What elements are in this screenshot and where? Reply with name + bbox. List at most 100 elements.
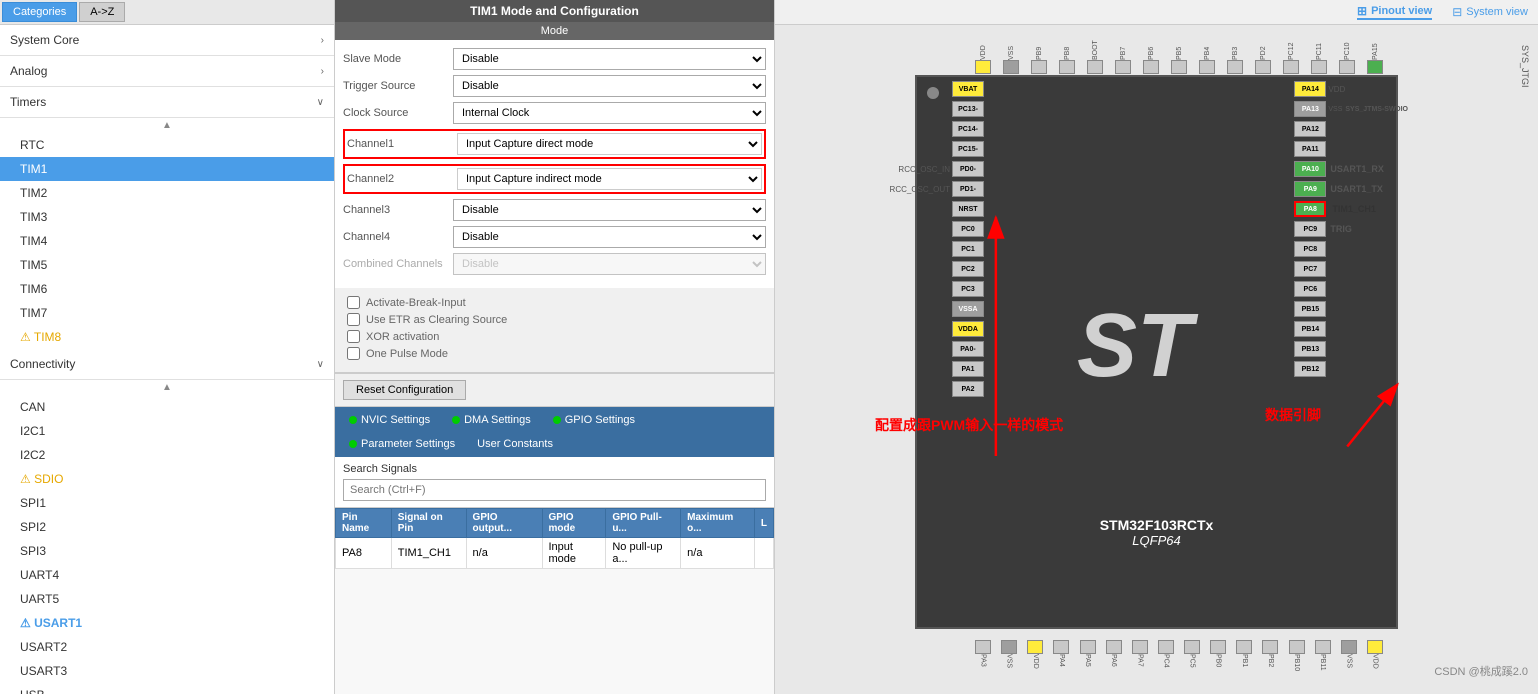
- top-pin-vdd[interactable]: VDD: [975, 25, 991, 74]
- top-pin-pb3[interactable]: PB3: [1227, 25, 1243, 74]
- left-pin-pc1[interactable]: PC1: [880, 240, 984, 258]
- bottom-pin-vdd3[interactable]: VDD: [1367, 640, 1383, 689]
- tab-dma-settings[interactable]: DMA Settings: [444, 411, 539, 429]
- sidebar-item-uart5[interactable]: UART5: [0, 587, 334, 611]
- left-pin-pd1[interactable]: RCC_OSC_OUT PD1-: [880, 180, 984, 198]
- sidebar-item-spi1[interactable]: SPI1: [0, 491, 334, 515]
- right-pin-pa10[interactable]: PA10 USART1_RX: [1294, 160, 1408, 178]
- trigger-source-select[interactable]: Disable: [453, 75, 766, 97]
- pinout-view-btn[interactable]: ⊞ Pinout view: [1357, 4, 1432, 20]
- top-pin-pc12[interactable]: PC12: [1283, 25, 1299, 74]
- bottom-pin-pb1[interactable]: PB1: [1236, 640, 1252, 689]
- tab-categories[interactable]: Categories: [2, 2, 77, 22]
- sidebar-item-spi2[interactable]: SPI2: [0, 515, 334, 539]
- tab-atoz[interactable]: A->Z: [79, 2, 125, 22]
- left-pin-vssa[interactable]: VSSA: [880, 300, 984, 318]
- clock-source-select[interactable]: Internal Clock: [453, 102, 766, 124]
- channel1-select[interactable]: Input Capture direct mode: [457, 133, 762, 155]
- sidebar-item-usart1[interactable]: ⚠ USART1: [0, 611, 334, 635]
- right-pin-pb15[interactable]: PB15: [1294, 300, 1408, 318]
- sidebar-item-usb[interactable]: USB: [0, 683, 334, 694]
- sidebar-item-can[interactable]: CAN: [0, 395, 334, 419]
- right-pin-pb14[interactable]: PB14: [1294, 320, 1408, 338]
- left-pin-pc15[interactable]: PC15-: [880, 140, 984, 158]
- left-pin-pa2[interactable]: PA2: [880, 380, 984, 398]
- top-pin-pb5[interactable]: PB5: [1171, 25, 1187, 74]
- timers-collapse[interactable]: ▲: [0, 118, 334, 133]
- sidebar-section-analog[interactable]: Analog ›: [0, 56, 334, 87]
- right-pin-pc8[interactable]: PC8: [1294, 240, 1408, 258]
- left-pin-vbat[interactable]: VBAT: [880, 80, 984, 98]
- tab-parameter-settings[interactable]: Parameter Settings: [341, 435, 463, 453]
- reset-configuration-button[interactable]: Reset Configuration: [343, 380, 466, 400]
- left-pin-pc14[interactable]: PC14-: [880, 120, 984, 138]
- channel2-select[interactable]: Input Capture indirect mode: [457, 168, 762, 190]
- combined-channels-select[interactable]: Disable: [453, 253, 766, 275]
- top-pin-pc10[interactable]: PC10: [1339, 25, 1355, 74]
- sidebar-section-connectivity[interactable]: Connectivity ∨: [0, 349, 334, 380]
- left-pin-pd0[interactable]: RCC_OSC_IN PD0-: [880, 160, 984, 178]
- sidebar-item-tim2[interactable]: TIM2: [0, 181, 334, 205]
- right-pin-pa14[interactable]: PA14 VDD: [1294, 80, 1408, 98]
- left-pin-nrst[interactable]: NRST: [880, 200, 984, 218]
- top-pin-boot[interactable]: BOOT: [1087, 25, 1103, 74]
- top-pin-pb9[interactable]: PB9: [1031, 25, 1047, 74]
- channel3-select[interactable]: Disable: [453, 199, 766, 221]
- sidebar-item-tim8[interactable]: TIM8: [0, 325, 334, 349]
- xor-checkbox[interactable]: [347, 330, 360, 343]
- right-pin-pc7[interactable]: PC7: [1294, 260, 1408, 278]
- left-pin-pc0[interactable]: PC0: [880, 220, 984, 238]
- right-pin-pb12[interactable]: PB12: [1294, 360, 1408, 378]
- slave-mode-select[interactable]: Disable: [453, 48, 766, 70]
- top-pin-pb8[interactable]: PB8: [1059, 25, 1075, 74]
- bottom-pin-pb2[interactable]: PB2: [1262, 640, 1278, 689]
- sidebar-item-tim7[interactable]: TIM7: [0, 301, 334, 325]
- right-pin-pa9[interactable]: PA9 USART1_TX: [1294, 180, 1408, 198]
- connectivity-collapse[interactable]: ▲: [0, 380, 334, 395]
- left-pin-vdda[interactable]: VDDA: [880, 320, 984, 338]
- right-pin-pa12[interactable]: PA12: [1294, 120, 1408, 138]
- bottom-pin-pa5[interactable]: PA5: [1080, 640, 1096, 689]
- tab-user-constants[interactable]: User Constants: [469, 435, 561, 453]
- left-pin-pc3[interactable]: PC3: [880, 280, 984, 298]
- top-pin-pb7[interactable]: PB7: [1115, 25, 1131, 74]
- system-view-btn[interactable]: ⊟ System view: [1452, 4, 1528, 20]
- top-pin-pc11[interactable]: PC11: [1311, 25, 1327, 74]
- sidebar-section-system-core[interactable]: System Core ›: [0, 25, 334, 56]
- sidebar-item-tim4[interactable]: TIM4: [0, 229, 334, 253]
- bottom-pin-vss2[interactable]: VSS: [1001, 640, 1017, 689]
- bottom-pin-pa7[interactable]: PA7: [1132, 640, 1148, 689]
- bottom-pin-vss3[interactable]: VSS: [1341, 640, 1357, 689]
- right-pin-pc6[interactable]: PC6: [1294, 280, 1408, 298]
- sidebar-item-i2c2[interactable]: I2C2: [0, 443, 334, 467]
- sidebar-item-usart3[interactable]: USART3: [0, 659, 334, 683]
- top-pin-pb4[interactable]: PB4: [1199, 25, 1215, 74]
- sidebar-item-sdio[interactable]: SDIO: [0, 467, 334, 491]
- left-pin-pa0[interactable]: PA0-: [880, 340, 984, 358]
- channel4-select[interactable]: Disable: [453, 226, 766, 248]
- right-pin-pc9[interactable]: PC9 TRIG: [1294, 220, 1408, 238]
- bottom-pin-pc5[interactable]: PC5: [1184, 640, 1200, 689]
- sidebar-item-i2c1[interactable]: I2C1: [0, 419, 334, 443]
- sidebar-item-rtc[interactable]: RTC: [0, 133, 334, 157]
- sidebar-item-usart2[interactable]: USART2: [0, 635, 334, 659]
- search-signals-input[interactable]: [343, 479, 766, 501]
- top-pin-pb6[interactable]: PB6: [1143, 25, 1159, 74]
- sidebar-item-tim3[interactable]: TIM3: [0, 205, 334, 229]
- one-pulse-checkbox[interactable]: [347, 347, 360, 360]
- bottom-pin-pc4[interactable]: PC4: [1158, 640, 1174, 689]
- bottom-pin-pa4[interactable]: PA4: [1053, 640, 1069, 689]
- sidebar-item-tim1[interactable]: TIM1: [0, 157, 334, 181]
- left-pin-pc2[interactable]: PC2: [880, 260, 984, 278]
- sidebar-section-timers[interactable]: Timers ∨: [0, 87, 334, 118]
- sidebar-item-spi3[interactable]: SPI3: [0, 539, 334, 563]
- top-pin-pa15[interactable]: PA15: [1367, 25, 1383, 74]
- top-pin-pd2[interactable]: PD2: [1255, 25, 1271, 74]
- tab-nvic-settings[interactable]: NVIC Settings: [341, 411, 438, 429]
- right-pin-pa8[interactable]: PA8 TIM1_CH1: [1294, 200, 1408, 218]
- right-pin-pb13[interactable]: PB13: [1294, 340, 1408, 358]
- sidebar-item-uart4[interactable]: UART4: [0, 563, 334, 587]
- bottom-pin-pb10[interactable]: PB10: [1289, 640, 1305, 689]
- bottom-pin-vdd2[interactable]: VDD: [1027, 640, 1043, 689]
- tab-gpio-settings[interactable]: GPIO Settings: [545, 411, 643, 429]
